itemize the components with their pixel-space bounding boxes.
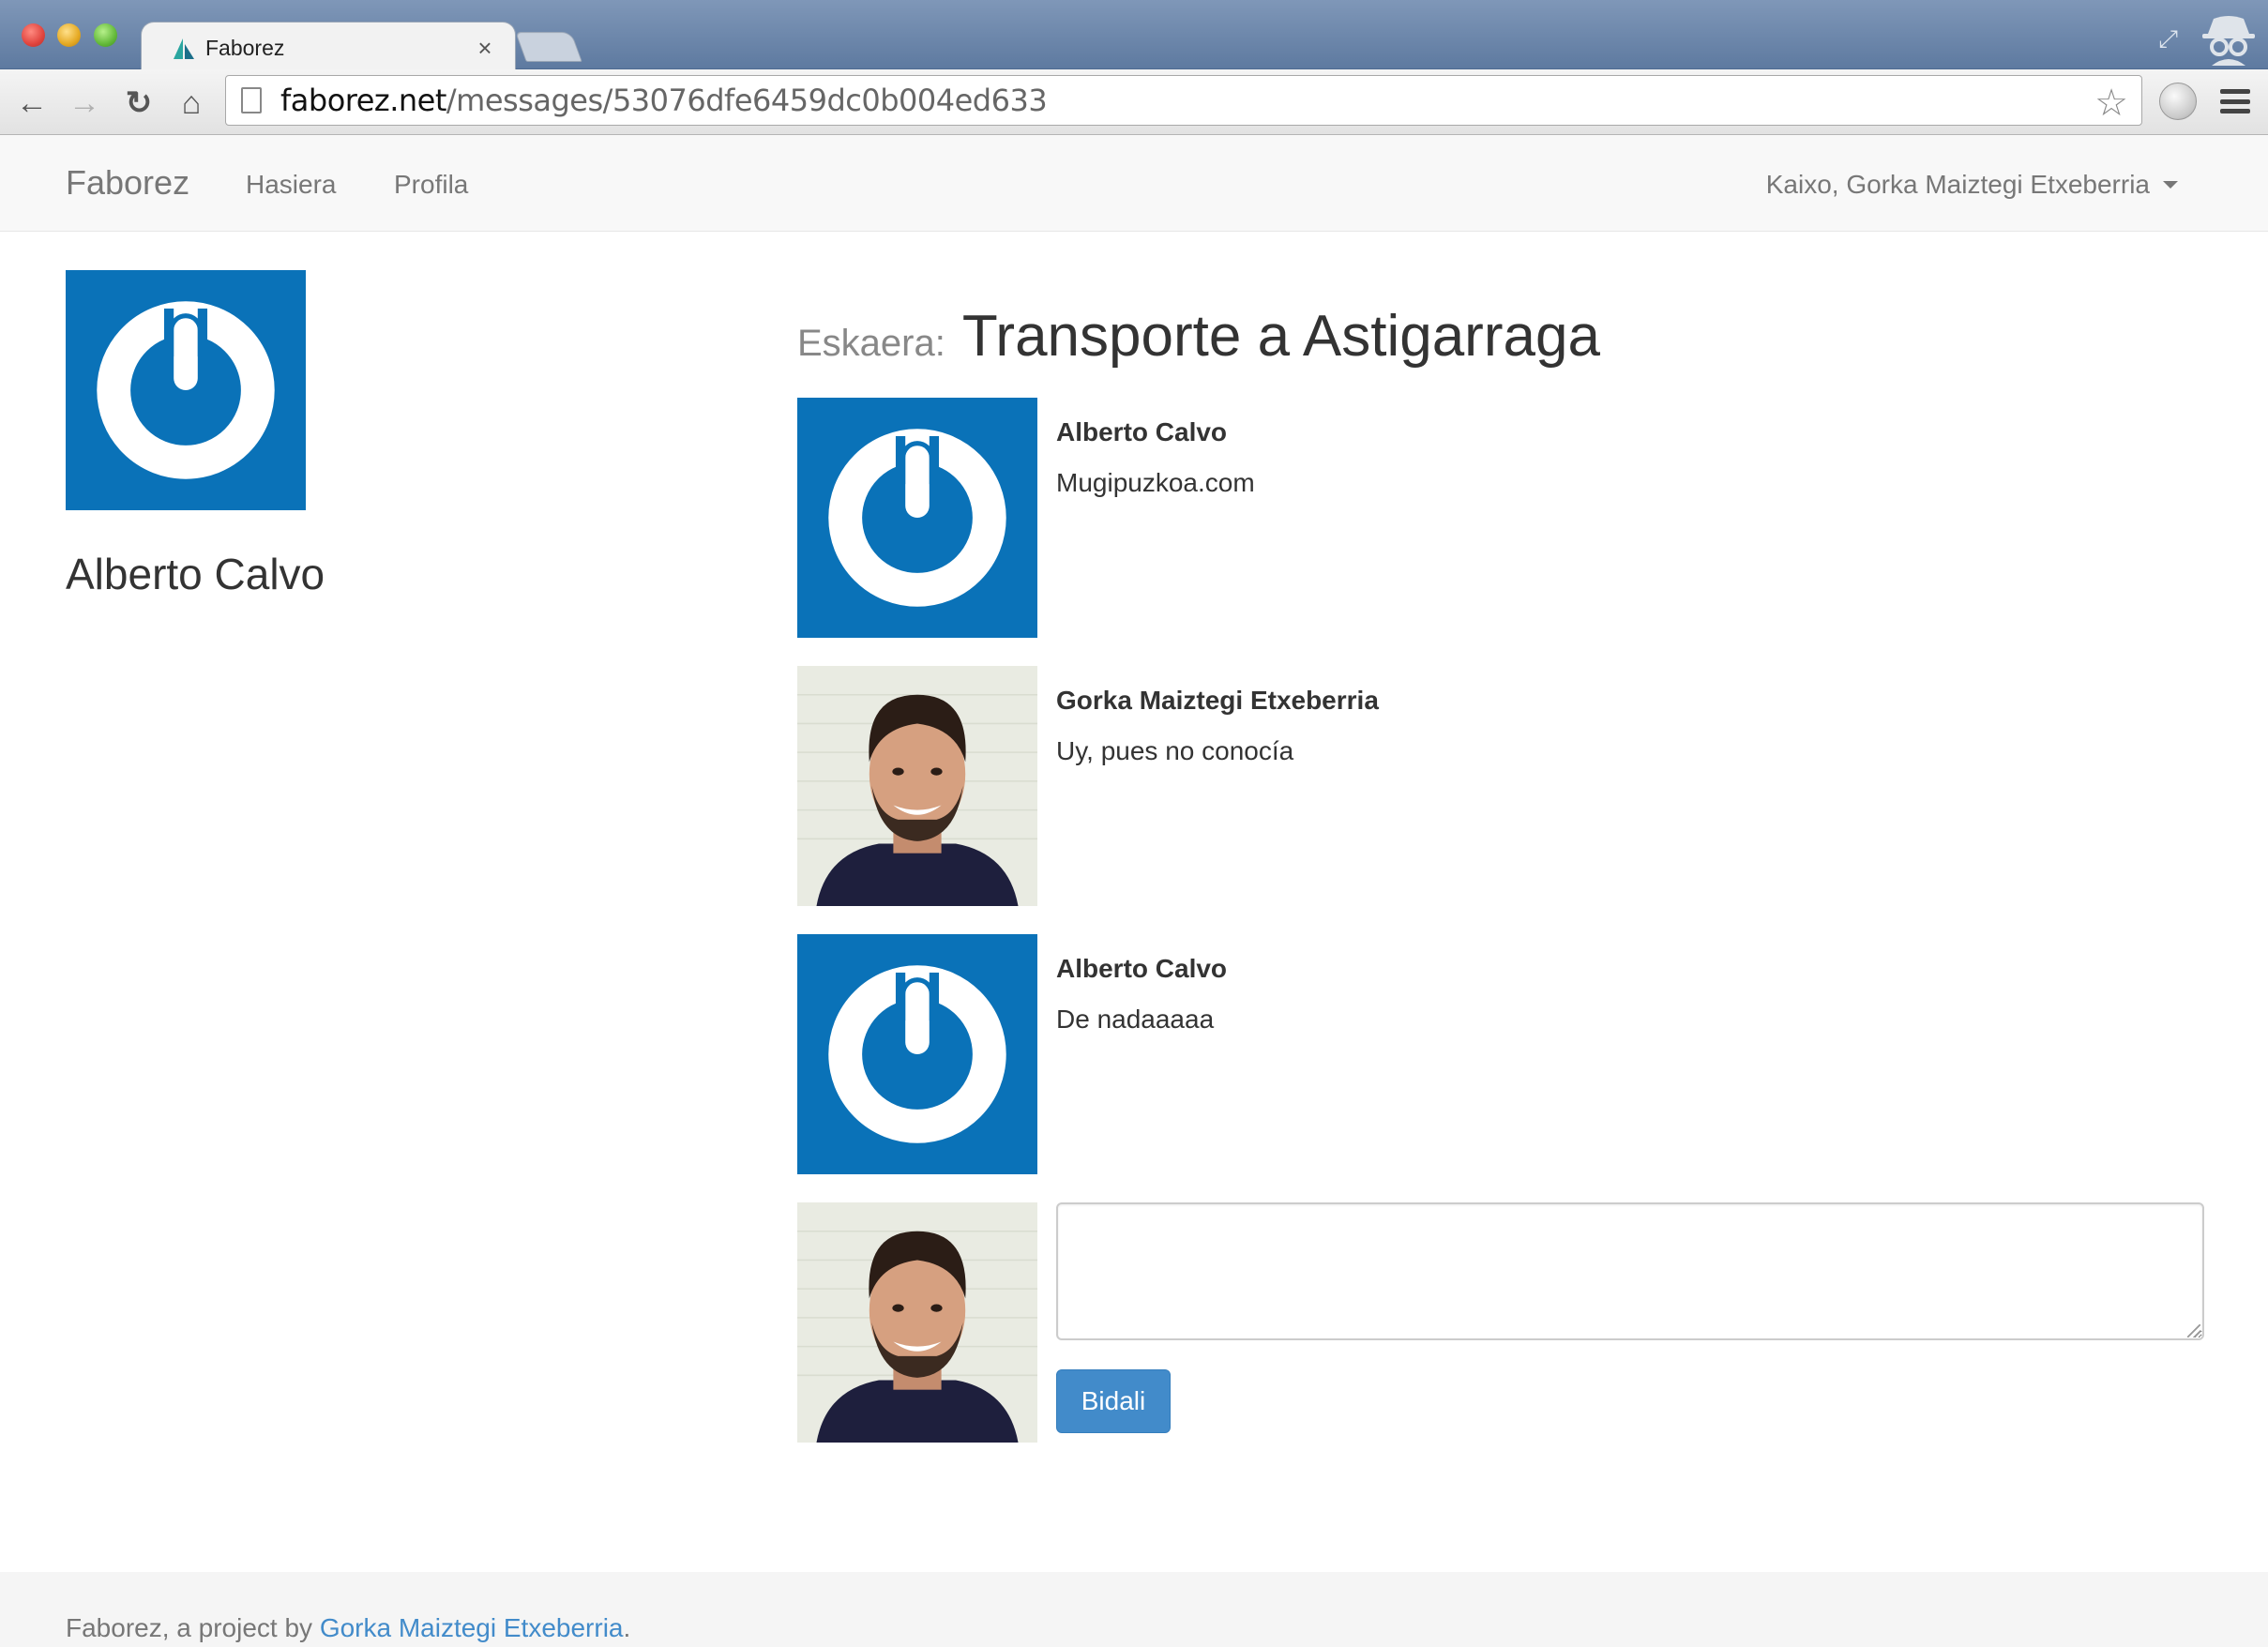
forward-arrow-icon[interactable]: → [64,83,105,124]
tab-title: Faborez [205,35,285,60]
gnome-power-logo-icon [797,934,1037,1174]
close-window-button[interactable] [22,23,45,47]
gnome-power-logo-icon [66,270,306,510]
browser-toolbar: ← → ↻ ⌂ faborez.net/messages/53076dfe645… [0,69,2268,135]
message-avatar [797,666,1037,906]
back-arrow-icon[interactable]: ← [11,83,53,124]
nav-link-profila[interactable]: Profila [394,170,468,200]
site-navbar: Faborez Hasiera Profila Kaixo, Gorka Mai… [0,135,2268,232]
reload-icon[interactable]: ↻ [118,83,159,124]
home-icon[interactable]: ⌂ [171,83,212,124]
address-bar[interactable]: faborez.net/messages/53076dfe6459dc0b004… [225,75,2142,126]
minimize-window-button[interactable] [57,23,81,47]
message-avatar [797,398,1037,638]
browser-title-bar: Faborez × ⤢ [0,0,2268,70]
footer-text: Faborez, a project by Gorka Maiztegi Etx… [66,1613,630,1643]
profile-name: Alberto Calvo [66,550,325,598]
request-title: Transporte a Astigarraga [961,304,1600,369]
footer-prefix: Faborez, a project by [66,1613,320,1642]
gnome-power-logo-icon [797,398,1037,638]
message-author: Alberto Calvo [1056,417,1228,446]
url-host: faborez.net [280,83,446,118]
request-label: Eskaera: [797,323,945,364]
current-user-avatar [797,1202,1037,1443]
send-button[interactable]: Bidali [1056,1369,1171,1433]
nav-link-hasiera[interactable]: Hasiera [246,170,336,200]
faborez-favicon-icon [174,38,194,59]
bookmark-star-icon[interactable]: ☆ [2094,82,2128,125]
tab-close-icon[interactable]: × [474,34,496,63]
user-photo-avatar [797,1202,1037,1443]
footer-author-link[interactable]: Gorka Maiztegi Etxeberria [320,1613,624,1642]
footer-suffix: . [623,1613,631,1642]
user-menu-label: Kaixo, Gorka Maiztegi Etxeberria [1765,170,2150,199]
incognito-icon [2202,16,2255,66]
user-photo-avatar [797,666,1037,906]
url-path: /messages/53076dfe6459dc0b004ed633 [446,83,1048,118]
fullscreen-icon[interactable]: ⤢ [2158,24,2178,54]
textarea-resize-handle[interactable] [2187,1324,2200,1337]
browser-tab-active[interactable]: Faborez × [141,22,516,70]
page-icon [241,87,262,113]
browser-menu-icon[interactable] [2218,86,2252,116]
user-menu-dropdown[interactable]: Kaixo, Gorka Maiztegi Etxeberria [1766,170,2178,200]
profile-avatar [66,270,306,510]
message-text: Uy, pues no conocía [1056,736,1294,765]
request-heading: Eskaera: Transporte a Astigarraga [797,303,1600,370]
zoom-window-button[interactable] [94,23,117,47]
message-text: Mugipuzkoa.com [1056,468,1255,497]
message-avatar [797,934,1037,1174]
message-author: Gorka Maiztegi Etxeberria [1056,686,1379,715]
message-text: De nadaaaaa [1056,1005,1215,1034]
site-footer: Faborez, a project by Gorka Maiztegi Etx… [0,1572,2268,1647]
caret-down-icon [2163,181,2178,189]
message-author: Alberto Calvo [1056,954,1228,983]
brand-link[interactable]: Faborez [66,163,189,203]
new-tab-button[interactable] [515,32,582,62]
reply-textarea[interactable] [1056,1202,2204,1340]
extension-globe-icon[interactable] [2159,83,2197,120]
